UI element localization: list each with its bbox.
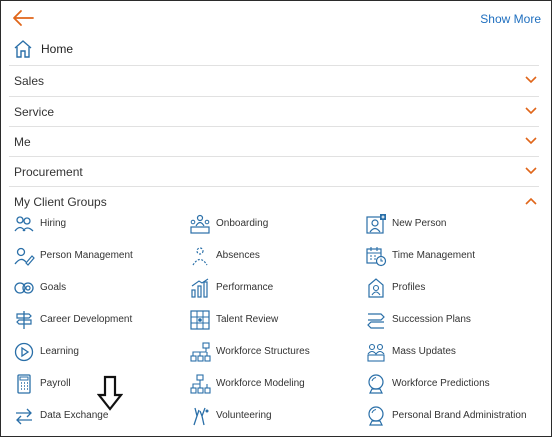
crystal-ball-icon xyxy=(368,374,384,394)
chevron-down-icon xyxy=(525,76,537,84)
item-label: Workforce Modeling xyxy=(216,378,305,389)
home-item[interactable]: Home xyxy=(1,37,551,63)
item-label: Hiring xyxy=(40,218,67,229)
section-label: Sales xyxy=(14,74,45,88)
item-label: Performance xyxy=(216,282,274,293)
item-label: Person Management xyxy=(40,250,133,261)
exchange-arrows-icon xyxy=(16,408,32,425)
signpost-icon xyxy=(16,311,32,329)
person-management-icon xyxy=(14,247,35,266)
section-sales[interactable]: Sales xyxy=(9,65,539,96)
item-label: Career Development xyxy=(40,314,133,325)
onboarding-icon xyxy=(190,214,210,234)
home-label: Home xyxy=(41,42,74,56)
talent-grid-icon xyxy=(190,310,210,330)
item-label: Goals xyxy=(40,282,67,293)
section-label: Procurement xyxy=(14,165,83,179)
item-label: Workforce Structures xyxy=(216,346,310,357)
chevron-down-icon xyxy=(525,167,537,175)
org-structure-icon xyxy=(190,342,211,362)
hiring-icon xyxy=(14,216,34,232)
bar-chart-icon xyxy=(191,278,209,298)
goals-icon xyxy=(14,282,34,294)
back-arrow-icon[interactable] xyxy=(11,8,35,28)
item-label: Personal Brand Administration xyxy=(392,410,527,421)
item-label: Absences xyxy=(216,250,260,261)
new-person-icon xyxy=(366,214,386,234)
item-label: Data Exchange xyxy=(40,410,109,421)
absent-person-icon xyxy=(192,247,208,266)
workforce-modeling-icon xyxy=(190,374,211,394)
chevron-down-icon xyxy=(525,137,537,145)
calculator-icon xyxy=(17,374,31,394)
section-label: Service xyxy=(14,105,55,119)
item-label: Talent Review xyxy=(216,314,279,325)
section-procurement[interactable]: Procurement xyxy=(9,156,539,187)
section-my-client-groups[interactable]: My Client Groups xyxy=(9,186,539,211)
item-label: Mass Updates xyxy=(392,346,456,357)
section-me[interactable]: Me xyxy=(9,126,539,157)
item-label: Onboarding xyxy=(216,218,269,229)
navigator-panel: Show More Home Sales Service Me Procurem… xyxy=(0,0,552,437)
succession-arrows-icon xyxy=(367,313,385,329)
section-service[interactable]: Service xyxy=(9,96,539,127)
show-more-link[interactable]: Show More xyxy=(480,12,541,26)
item-label: Succession Plans xyxy=(392,314,471,325)
chevron-down-icon xyxy=(525,107,537,115)
item-label: Volunteering xyxy=(216,410,272,421)
item-label: New Person xyxy=(392,218,447,229)
mass-updates-icon xyxy=(367,343,385,362)
section-label: Me xyxy=(14,135,31,149)
item-label: Workforce Predictions xyxy=(392,378,490,389)
calendar-clock-icon xyxy=(366,247,387,267)
raised-hands-icon xyxy=(193,407,209,426)
item-label: Learning xyxy=(40,346,79,357)
item-label: Payroll xyxy=(40,378,71,389)
item-label: Time Management xyxy=(392,250,475,261)
chevron-up-icon xyxy=(525,197,537,205)
home-icon xyxy=(14,40,32,58)
profile-badge-icon xyxy=(368,278,384,298)
down-arrow-annotation-icon xyxy=(97,375,123,411)
section-label: My Client Groups xyxy=(14,195,107,209)
crystal-ball-icon xyxy=(368,406,384,426)
play-circle-icon xyxy=(14,342,34,362)
top-bar: Show More xyxy=(1,1,551,35)
item-label: Profiles xyxy=(392,282,426,293)
